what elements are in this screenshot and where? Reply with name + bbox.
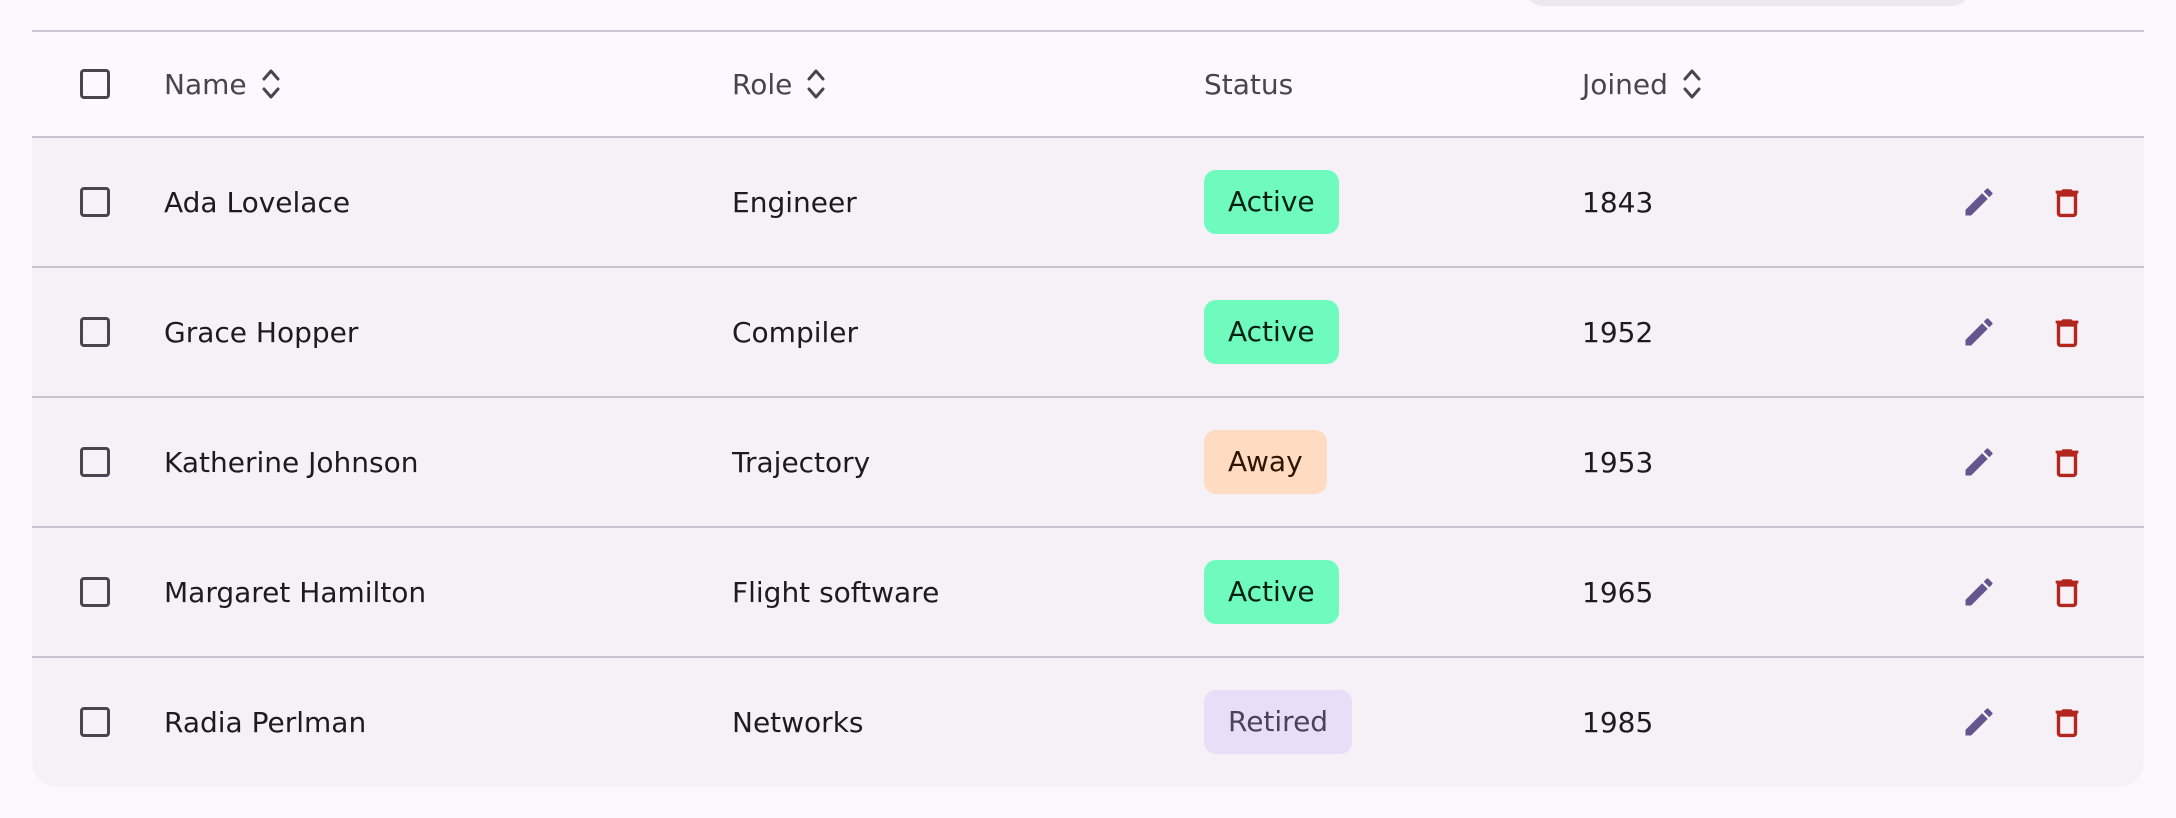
- status-badge: Active: [1204, 170, 1339, 234]
- table-body: Ada Lovelace Engineer Active 1843 Grace …: [32, 138, 2144, 786]
- cell-joined: 1953: [1582, 445, 1654, 479]
- status-badge: Away: [1204, 430, 1327, 494]
- cell-role: Compiler: [732, 315, 859, 349]
- delete-button[interactable]: [2045, 570, 2089, 614]
- column-header-status: Status: [1204, 32, 1293, 136]
- column-header-joined-label: Joined: [1582, 67, 1668, 101]
- cell-role: Engineer: [732, 185, 857, 219]
- pencil-icon: [1965, 448, 1993, 476]
- delete-button[interactable]: [2045, 180, 2089, 224]
- status-badge: Retired: [1204, 690, 1353, 754]
- table-row: Grace Hopper Compiler Active 1952: [32, 268, 2144, 398]
- status-badge: Active: [1204, 560, 1339, 624]
- sort-role-icon[interactable]: [806, 67, 826, 101]
- sort-joined-icon[interactable]: [1682, 67, 1702, 101]
- cell-joined: 1985: [1582, 705, 1654, 739]
- status-badge: Active: [1204, 300, 1339, 364]
- sort-name-icon[interactable]: [261, 67, 281, 101]
- delete-button[interactable]: [2045, 310, 2089, 354]
- delete-button[interactable]: [2045, 700, 2089, 744]
- edit-button[interactable]: [1957, 570, 2001, 614]
- table-row: Katherine Johnson Trajectory Away 1953: [32, 398, 2144, 528]
- row-checkbox[interactable]: [80, 707, 110, 737]
- pencil-icon: [1965, 578, 1993, 606]
- column-header-status-label: Status: [1204, 67, 1294, 101]
- row-checkbox[interactable]: [80, 187, 110, 217]
- cell-name: Radia Perlman: [164, 705, 367, 739]
- trash-icon: [2055, 189, 2079, 218]
- pencil-icon: [1965, 708, 1993, 736]
- cell-name: Margaret Hamilton: [164, 575, 427, 609]
- column-header-role[interactable]: Role: [732, 32, 826, 136]
- row-checkbox[interactable]: [80, 317, 110, 347]
- pencil-icon: [1965, 318, 1993, 346]
- cell-joined: 1843: [1582, 185, 1654, 219]
- column-header-role-label: Role: [732, 67, 793, 101]
- cell-name: Ada Lovelace: [164, 185, 351, 219]
- cell-name: Katherine Johnson: [164, 445, 419, 479]
- cell-joined: 1952: [1582, 315, 1654, 349]
- search-field-edge[interactable]: [1525, 0, 1970, 6]
- table-header-row: Name Role Status Joined: [32, 32, 2144, 138]
- edit-button[interactable]: [1957, 440, 2001, 484]
- trash-icon: [2055, 449, 2079, 478]
- trash-icon: [2055, 709, 2079, 738]
- cell-role: Flight software: [732, 575, 940, 609]
- cell-name: Grace Hopper: [164, 315, 359, 349]
- select-all-checkbox[interactable]: [80, 69, 110, 99]
- table-row: Margaret Hamilton Flight software Active…: [32, 528, 2144, 658]
- cell-role: Networks: [732, 705, 864, 739]
- table-row: Radia Perlman Networks Retired 1985: [32, 658, 2144, 786]
- row-checkbox[interactable]: [80, 577, 110, 607]
- pencil-icon: [1965, 188, 1993, 216]
- column-header-name-label: Name: [164, 67, 247, 101]
- table-row: Ada Lovelace Engineer Active 1843: [32, 138, 2144, 268]
- delete-button[interactable]: [2045, 440, 2089, 484]
- cell-joined: 1965: [1582, 575, 1654, 609]
- edit-button[interactable]: [1957, 180, 2001, 224]
- trash-icon: [2055, 579, 2079, 608]
- row-checkbox[interactable]: [80, 447, 110, 477]
- page: Name Role Status Joined Ada Lovelace Eng…: [0, 0, 2176, 818]
- users-table: Name Role Status Joined Ada Lovelace Eng…: [32, 30, 2144, 787]
- trash-icon: [2055, 319, 2079, 348]
- cell-role: Trajectory: [732, 445, 871, 479]
- column-header-joined[interactable]: Joined: [1582, 32, 1702, 136]
- edit-button[interactable]: [1957, 310, 2001, 354]
- edit-button[interactable]: [1957, 700, 2001, 744]
- column-header-name[interactable]: Name: [164, 32, 281, 136]
